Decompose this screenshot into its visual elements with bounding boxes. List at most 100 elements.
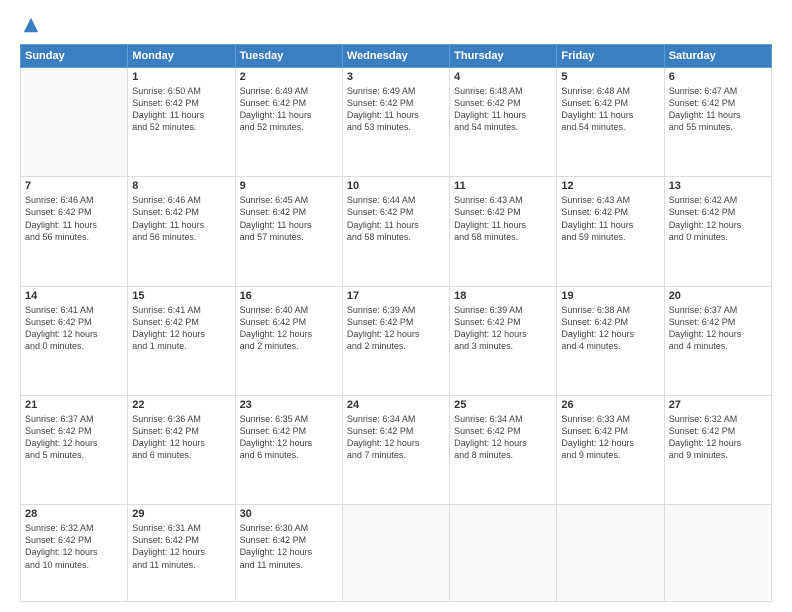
calendar-week-5: 28 Sunrise: 6:32 AM Sunset: 6:42 PM Dayli… (21, 505, 772, 602)
logo (20, 16, 40, 34)
day-number: 14 (25, 290, 123, 302)
day-number: 21 (25, 399, 123, 411)
calendar-cell: 29 Sunrise: 6:31 AM Sunset: 6:42 PM Dayli… (128, 505, 235, 602)
day-info: Sunrise: 6:41 AM Sunset: 6:42 PM Dayligh… (132, 304, 230, 353)
day-number: 5 (561, 71, 659, 83)
calendar-cell: 26 Sunrise: 6:33 AM Sunset: 6:42 PM Dayli… (557, 395, 664, 504)
day-info: Sunrise: 6:41 AM Sunset: 6:42 PM Dayligh… (25, 304, 123, 353)
day-number: 10 (347, 180, 445, 192)
day-number: 4 (454, 71, 552, 83)
calendar-cell: 15 Sunrise: 6:41 AM Sunset: 6:42 PM Dayli… (128, 286, 235, 395)
calendar-cell: 24Sunrise: 6:34 AM Sunset: 6:42 PM Dayli… (342, 395, 449, 504)
day-number: 18 (454, 290, 552, 302)
day-number: 8 (132, 180, 230, 192)
day-info: Sunrise: 6:46 AM Sunset: 6:42 PM Dayligh… (132, 194, 230, 243)
calendar-cell (450, 505, 557, 602)
day-info: Sunrise: 6:36 AM Sunset: 6:42 PM Dayligh… (132, 413, 230, 462)
day-info: Sunrise: 6:46 AM Sunset: 6:42 PM Dayligh… (25, 194, 123, 243)
day-number: 29 (132, 508, 230, 520)
day-number: 23 (240, 399, 338, 411)
weekday-header-tuesday: Tuesday (235, 45, 342, 68)
calendar-cell (342, 505, 449, 602)
day-info: Sunrise: 6:32 AM Sunset: 6:42 PM Dayligh… (669, 413, 767, 462)
weekday-header-thursday: Thursday (450, 45, 557, 68)
calendar-cell: 16 Sunrise: 6:40 AM Sunset: 6:42 PM Dayli… (235, 286, 342, 395)
calendar-cell: 8 Sunrise: 6:46 AM Sunset: 6:42 PM Daylig… (128, 177, 235, 286)
calendar-cell: 13 Sunrise: 6:42 AM Sunset: 6:42 PM Dayli… (664, 177, 771, 286)
calendar-cell: 7 Sunrise: 6:46 AM Sunset: 6:42 PM Daylig… (21, 177, 128, 286)
day-info: Sunrise: 6:33 AM Sunset: 6:42 PM Dayligh… (561, 413, 659, 462)
day-info: Sunrise: 6:39 AM Sunset: 6:42 PM Dayligh… (347, 304, 445, 353)
calendar-cell: 12Sunrise: 6:43 AM Sunset: 6:42 PM Dayli… (557, 177, 664, 286)
day-info: Sunrise: 6:30 AM Sunset: 6:42 PM Dayligh… (240, 522, 338, 571)
day-number: 17 (347, 290, 445, 302)
day-info: Sunrise: 6:35 AM Sunset: 6:42 PM Dayligh… (240, 413, 338, 462)
calendar-cell: 20 Sunrise: 6:37 AM Sunset: 6:42 PM Dayli… (664, 286, 771, 395)
calendar-cell: 14 Sunrise: 6:41 AM Sunset: 6:42 PM Dayli… (21, 286, 128, 395)
day-number: 7 (25, 180, 123, 192)
calendar-cell: 19 Sunrise: 6:38 AM Sunset: 6:42 PM Dayli… (557, 286, 664, 395)
day-info: Sunrise: 6:39 AM Sunset: 6:42 PM Dayligh… (454, 304, 552, 353)
day-info: Sunrise: 6:48 AM Sunset: 6:42 PM Dayligh… (561, 85, 659, 134)
day-number: 19 (561, 290, 659, 302)
calendar-table: SundayMondayTuesdayWednesdayThursdayFrid… (20, 44, 772, 602)
page: SundayMondayTuesdayWednesdayThursdayFrid… (0, 0, 792, 612)
day-number: 16 (240, 290, 338, 302)
calendar-week-3: 14 Sunrise: 6:41 AM Sunset: 6:42 PM Dayli… (21, 286, 772, 395)
logo-icon (22, 16, 40, 34)
day-number: 1 (132, 71, 230, 83)
calendar-cell: 30 Sunrise: 6:30 AM Sunset: 6:42 PM Dayli… (235, 505, 342, 602)
calendar-cell: 17 Sunrise: 6:39 AM Sunset: 6:42 PM Dayli… (342, 286, 449, 395)
calendar-cell (557, 505, 664, 602)
day-info: Sunrise: 6:48 AM Sunset: 6:42 PM Dayligh… (454, 85, 552, 134)
calendar-cell: 6 Sunrise: 6:47 AM Sunset: 6:42 PM Daylig… (664, 68, 771, 177)
day-number: 30 (240, 508, 338, 520)
calendar-cell: 18 Sunrise: 6:39 AM Sunset: 6:42 PM Dayli… (450, 286, 557, 395)
day-number: 2 (240, 71, 338, 83)
day-number: 27 (669, 399, 767, 411)
weekday-header-friday: Friday (557, 45, 664, 68)
day-info: Sunrise: 6:37 AM Sunset: 6:42 PM Dayligh… (25, 413, 123, 462)
day-info: Sunrise: 6:31 AM Sunset: 6:42 PM Dayligh… (132, 522, 230, 571)
day-info: Sunrise: 6:47 AM Sunset: 6:42 PM Dayligh… (669, 85, 767, 134)
day-number: 13 (669, 180, 767, 192)
day-info: Sunrise: 6:38 AM Sunset: 6:42 PM Dayligh… (561, 304, 659, 353)
calendar-cell: 25 Sunrise: 6:34 AM Sunset: 6:42 PM Dayli… (450, 395, 557, 504)
calendar-cell: 1 Sunrise: 6:50 AM Sunset: 6:42 PM Daylig… (128, 68, 235, 177)
day-number: 26 (561, 399, 659, 411)
weekday-header-row: SundayMondayTuesdayWednesdayThursdayFrid… (21, 45, 772, 68)
day-number: 15 (132, 290, 230, 302)
day-info: Sunrise: 6:49 AM Sunset: 6:42 PM Dayligh… (240, 85, 338, 134)
day-info: Sunrise: 6:34 AM Sunset: 6:42 PM Dayligh… (347, 413, 445, 462)
calendar-cell: 11 Sunrise: 6:43 AM Sunset: 6:42 PM Dayli… (450, 177, 557, 286)
calendar-cell: 27 Sunrise: 6:32 AM Sunset: 6:42 PM Dayli… (664, 395, 771, 504)
day-info: Sunrise: 6:45 AM Sunset: 6:42 PM Dayligh… (240, 194, 338, 243)
weekday-header-monday: Monday (128, 45, 235, 68)
day-number: 3 (347, 71, 445, 83)
day-info: Sunrise: 6:42 AM Sunset: 6:42 PM Dayligh… (669, 194, 767, 243)
calendar-cell: 10Sunrise: 6:44 AM Sunset: 6:42 PM Dayli… (342, 177, 449, 286)
header (20, 16, 772, 34)
day-info: Sunrise: 6:34 AM Sunset: 6:42 PM Dayligh… (454, 413, 552, 462)
day-number: 11 (454, 180, 552, 192)
calendar-cell: 2 Sunrise: 6:49 AM Sunset: 6:42 PM Daylig… (235, 68, 342, 177)
day-info: Sunrise: 6:37 AM Sunset: 6:42 PM Dayligh… (669, 304, 767, 353)
day-info: Sunrise: 6:32 AM Sunset: 6:42 PM Dayligh… (25, 522, 123, 571)
day-info: Sunrise: 6:40 AM Sunset: 6:42 PM Dayligh… (240, 304, 338, 353)
day-info: Sunrise: 6:49 AM Sunset: 6:42 PM Dayligh… (347, 85, 445, 134)
day-number: 25 (454, 399, 552, 411)
calendar-cell: 5 Sunrise: 6:48 AM Sunset: 6:42 PM Daylig… (557, 68, 664, 177)
calendar-cell: 4 Sunrise: 6:48 AM Sunset: 6:42 PM Daylig… (450, 68, 557, 177)
calendar-cell: 23 Sunrise: 6:35 AM Sunset: 6:42 PM Dayli… (235, 395, 342, 504)
day-number: 6 (669, 71, 767, 83)
day-number: 22 (132, 399, 230, 411)
day-number: 28 (25, 508, 123, 520)
day-number: 9 (240, 180, 338, 192)
calendar-week-4: 21 Sunrise: 6:37 AM Sunset: 6:42 PM Dayli… (21, 395, 772, 504)
day-info: Sunrise: 6:50 AM Sunset: 6:42 PM Dayligh… (132, 85, 230, 134)
weekday-header-sunday: Sunday (21, 45, 128, 68)
day-info: Sunrise: 6:43 AM Sunset: 6:42 PM Dayligh… (454, 194, 552, 243)
day-number: 20 (669, 290, 767, 302)
weekday-header-saturday: Saturday (664, 45, 771, 68)
calendar-week-1: 1 Sunrise: 6:50 AM Sunset: 6:42 PM Daylig… (21, 68, 772, 177)
